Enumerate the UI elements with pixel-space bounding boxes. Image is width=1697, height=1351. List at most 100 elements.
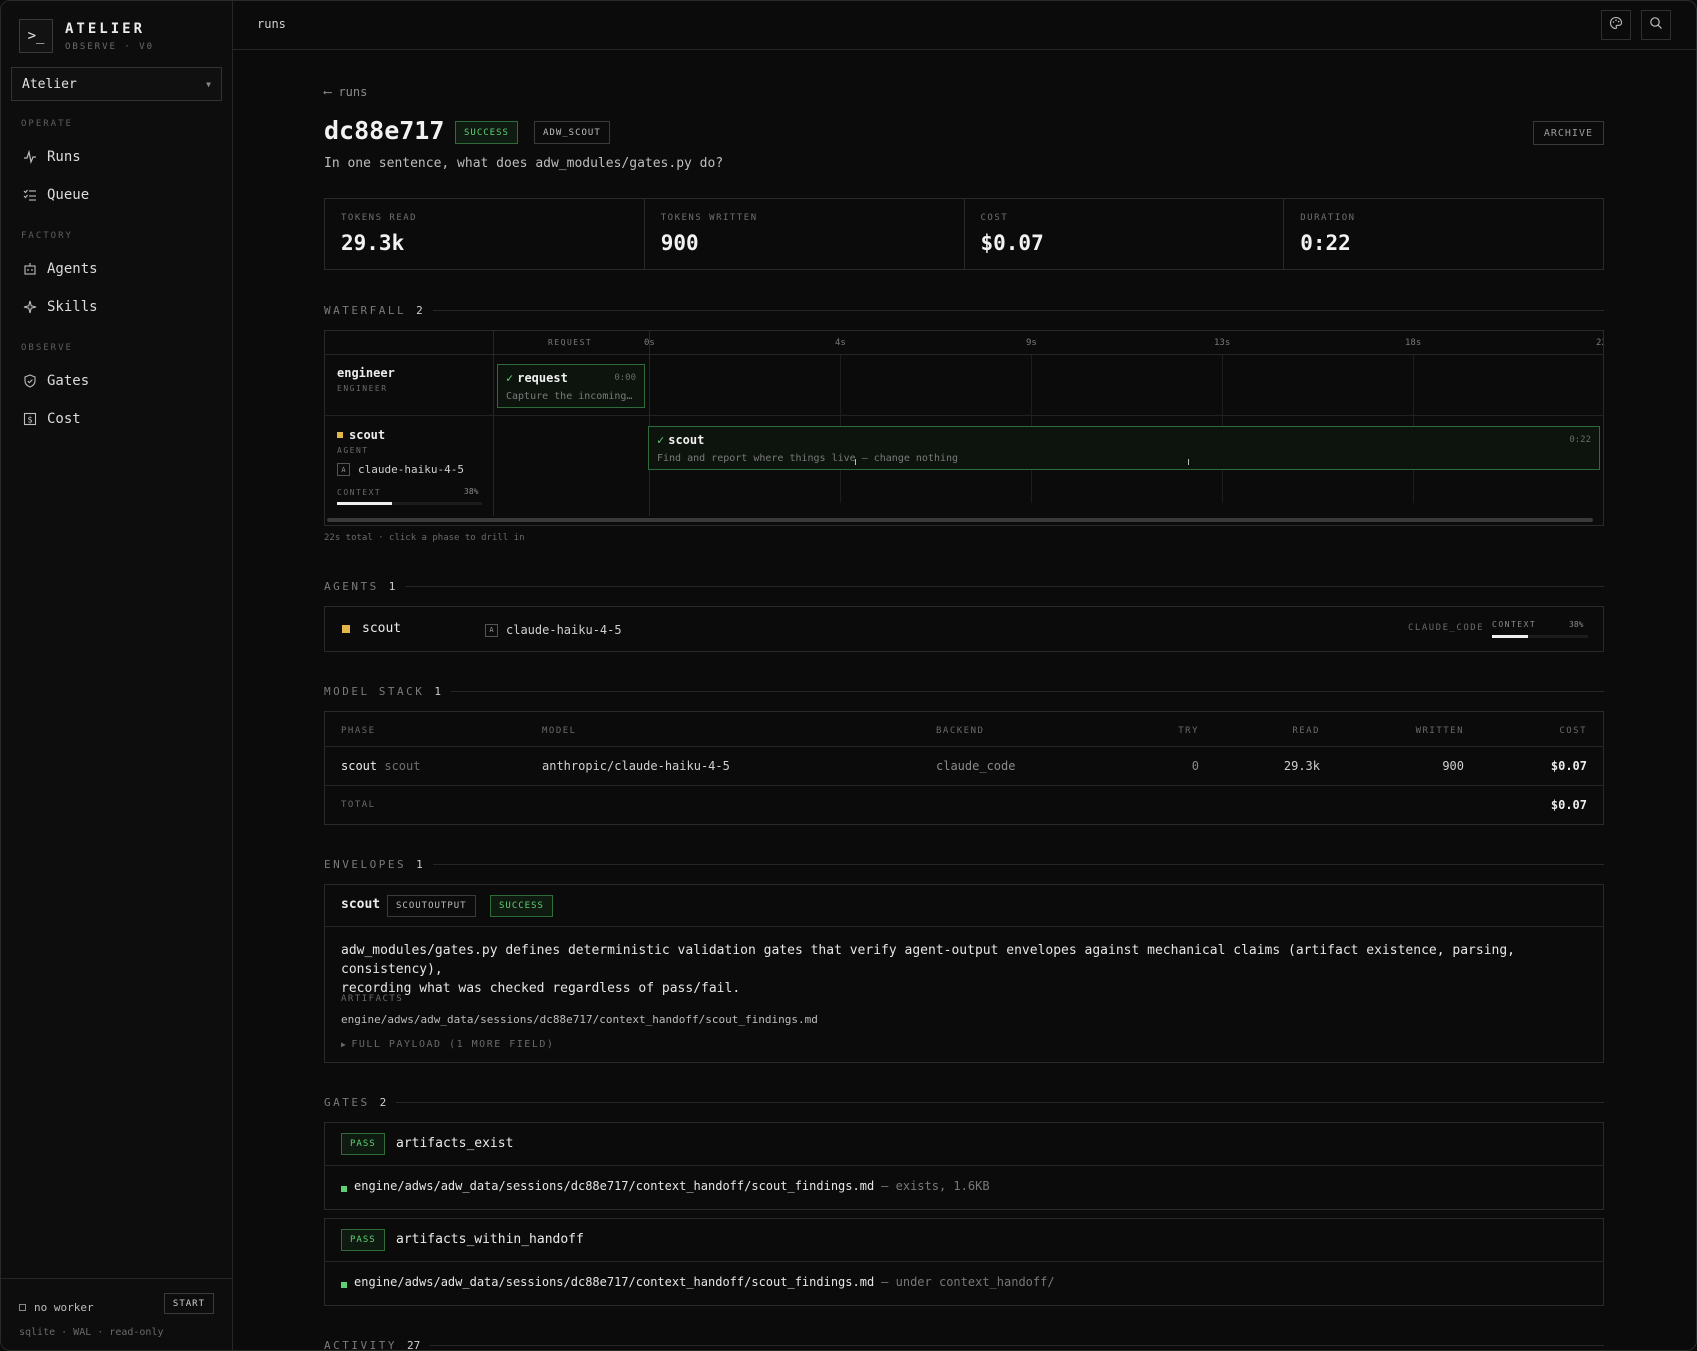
- time-tick: 4s: [835, 338, 846, 348]
- search-button[interactable]: [1641, 10, 1671, 40]
- robot-icon: [23, 262, 37, 276]
- envelope-card: scout SCOUTOUTPUT SUCCESS adw_modules/ga…: [324, 884, 1604, 1063]
- check-icon: ✓: [657, 433, 665, 447]
- worker-status: no worker: [19, 1301, 94, 1314]
- request-column-label: REQUEST: [548, 338, 593, 347]
- table-cell-cost: $0.07: [1550, 759, 1587, 773]
- gate-note: — under context_handoff/: [881, 1275, 1055, 1289]
- app-subtitle: OBSERVE · V0: [65, 41, 155, 52]
- nav-section-operate: OPERATE: [21, 119, 73, 129]
- gate-note: — exists, 1.6KB: [881, 1179, 990, 1193]
- worker-status-text: no worker: [34, 1301, 94, 1314]
- waterfall-chart: REQUEST 0s 4s 9s 13s 18s 22 engineer ENG…: [324, 330, 1604, 526]
- stat-value: $0.07: [980, 231, 1044, 255]
- stat-label: DURATION: [1300, 213, 1356, 223]
- sidebar-footer: no worker START sqlite · WAL · read-only: [1, 1278, 232, 1350]
- divider: [450, 691, 1604, 692]
- stat-label: TOKENS WRITTEN: [660, 213, 758, 223]
- topbar: runs: [233, 1, 1696, 50]
- table-cell-model: anthropic/claude-haiku-4-5: [542, 759, 730, 773]
- anthropic-icon: A: [485, 623, 498, 637]
- gate-status-badge: PASS: [341, 1133, 385, 1155]
- section-title: GATES: [324, 1096, 370, 1109]
- agent-row[interactable]: scout A claude-haiku-4-5 CLAUDE_CODE CON…: [324, 606, 1604, 652]
- nav-section-factory: FACTORY: [21, 231, 73, 241]
- divider: [493, 331, 494, 516]
- gate-status-badge: PASS: [341, 1229, 385, 1251]
- column-header: COST: [1559, 726, 1587, 736]
- stat-tokens-read: TOKENS READ 29.3k: [325, 199, 645, 269]
- gate-check: engine/adws/adw_data/sessions/dc88e717/c…: [341, 1275, 1055, 1289]
- gate-header: PASS artifacts_within_handoff: [325, 1219, 1603, 1262]
- check-icon: ✓: [506, 371, 514, 385]
- context-bar-track: [1492, 635, 1588, 638]
- agent-model: A claude-haiku-4-5: [485, 623, 622, 637]
- lane-scout-role: AGENT: [337, 446, 369, 455]
- archive-button[interactable]: ARCHIVE: [1532, 121, 1604, 145]
- sidebar-item-label: Gates: [47, 373, 90, 389]
- sparkle-icon: [23, 300, 37, 314]
- back-to-runs-link[interactable]: ⟵ runs: [324, 85, 367, 99]
- stat-label: COST: [980, 213, 1009, 223]
- full-payload-toggle[interactable]: ▶ FULL PAYLOAD (1 MORE FIELD): [341, 1039, 554, 1050]
- artifact-path[interactable]: engine/adws/adw_data/sessions/dc88e717/c…: [341, 1013, 818, 1026]
- section-title: ENVELOPES: [324, 858, 407, 871]
- gate-check: engine/adws/adw_data/sessions/dc88e717/c…: [341, 1179, 990, 1193]
- table-cell-backend: claude_code: [936, 759, 1016, 773]
- workspace-select[interactable]: Atelier ▼: [11, 67, 222, 101]
- gate-path: engine/adws/adw_data/sessions/dc88e717/c…: [354, 1179, 875, 1193]
- stat-label: TOKENS READ: [341, 213, 418, 223]
- divider: [649, 331, 650, 516]
- sidebar-item-label: Agents: [47, 261, 98, 277]
- caret-right-icon: ▶: [341, 1040, 348, 1049]
- shield-icon: [23, 374, 37, 388]
- phase-title: request: [517, 371, 568, 385]
- gates-heading: GATES 2: [324, 1096, 1604, 1109]
- context-percent: 38%: [464, 487, 479, 496]
- waterfall-heading: WATERFALL 2: [324, 304, 1604, 317]
- stat-value: 0:22: [1300, 231, 1351, 255]
- app-name: ATELIER: [65, 20, 146, 37]
- section-count: 1: [434, 685, 441, 698]
- lane-engineer-role: ENGINEER: [337, 384, 388, 393]
- agent-name: scout: [362, 621, 402, 636]
- run-status-badge: SUCCESS: [455, 121, 518, 144]
- section-count: 1: [416, 858, 423, 871]
- workflow-badge: ADW_SCOUT: [534, 121, 610, 144]
- sidebar-item-runs[interactable]: Runs: [23, 149, 213, 165]
- envelope-header: scout SCOUTOUTPUT SUCCESS: [325, 885, 1603, 927]
- sidebar-item-gates[interactable]: Gates: [23, 373, 213, 389]
- scout-phase[interactable]: ✓ scout 0:22 Find and report where things…: [648, 426, 1600, 470]
- artifacts-label: ARTIFACTS: [341, 994, 404, 1004]
- model-stack-table: PHASE MODEL BACKEND TRY READ WRITTEN COS…: [324, 711, 1604, 825]
- context-bar-track: [337, 502, 482, 505]
- request-phase[interactable]: ✓ request 0:00 Capture the incoming…: [497, 364, 645, 408]
- envelope-type-chip: SCOUTOUTPUT: [387, 895, 476, 917]
- sidebar-item-queue[interactable]: Queue: [23, 187, 213, 203]
- db-meta: sqlite · WAL · read-only: [19, 1327, 164, 1338]
- terminal-logo-icon: >_: [19, 19, 53, 53]
- gate-card: PASS artifacts_within_handoff engine/adw…: [324, 1218, 1604, 1306]
- context-bar-fill: [1492, 635, 1529, 638]
- brand[interactable]: >_ ATELIER OBSERVE · V0: [19, 19, 154, 53]
- column-header: MODEL: [542, 726, 577, 736]
- total-cost: $0.07: [1550, 798, 1587, 812]
- table-cell-phase: scout scout: [341, 759, 420, 773]
- sidebar: >_ ATELIER OBSERVE · V0 Atelier ▼ OPERAT…: [1, 1, 233, 1350]
- sidebar-item-skills[interactable]: Skills: [23, 299, 213, 315]
- sidebar-item-agents[interactable]: Agents: [23, 261, 213, 277]
- sidebar-item-label: Queue: [47, 187, 90, 203]
- sidebar-item-cost[interactable]: $ Cost: [23, 411, 213, 427]
- envelope-summary: adw_modules/gates.py defines determinist…: [341, 941, 1603, 998]
- theme-button[interactable]: [1601, 10, 1631, 40]
- gate-name: artifacts_exist: [396, 1136, 514, 1151]
- time-tick: 22: [1596, 338, 1603, 348]
- breadcrumb[interactable]: runs: [257, 17, 286, 31]
- stat-duration: DURATION 0:22: [1284, 199, 1603, 269]
- divider: [432, 864, 1604, 865]
- phase-title: scout: [668, 433, 705, 447]
- horizontal-scrollbar[interactable]: [327, 518, 1593, 522]
- envelope-name: scout: [341, 897, 381, 912]
- stat-cost: COST $0.07: [965, 199, 1285, 269]
- start-worker-button[interactable]: START: [163, 1293, 214, 1314]
